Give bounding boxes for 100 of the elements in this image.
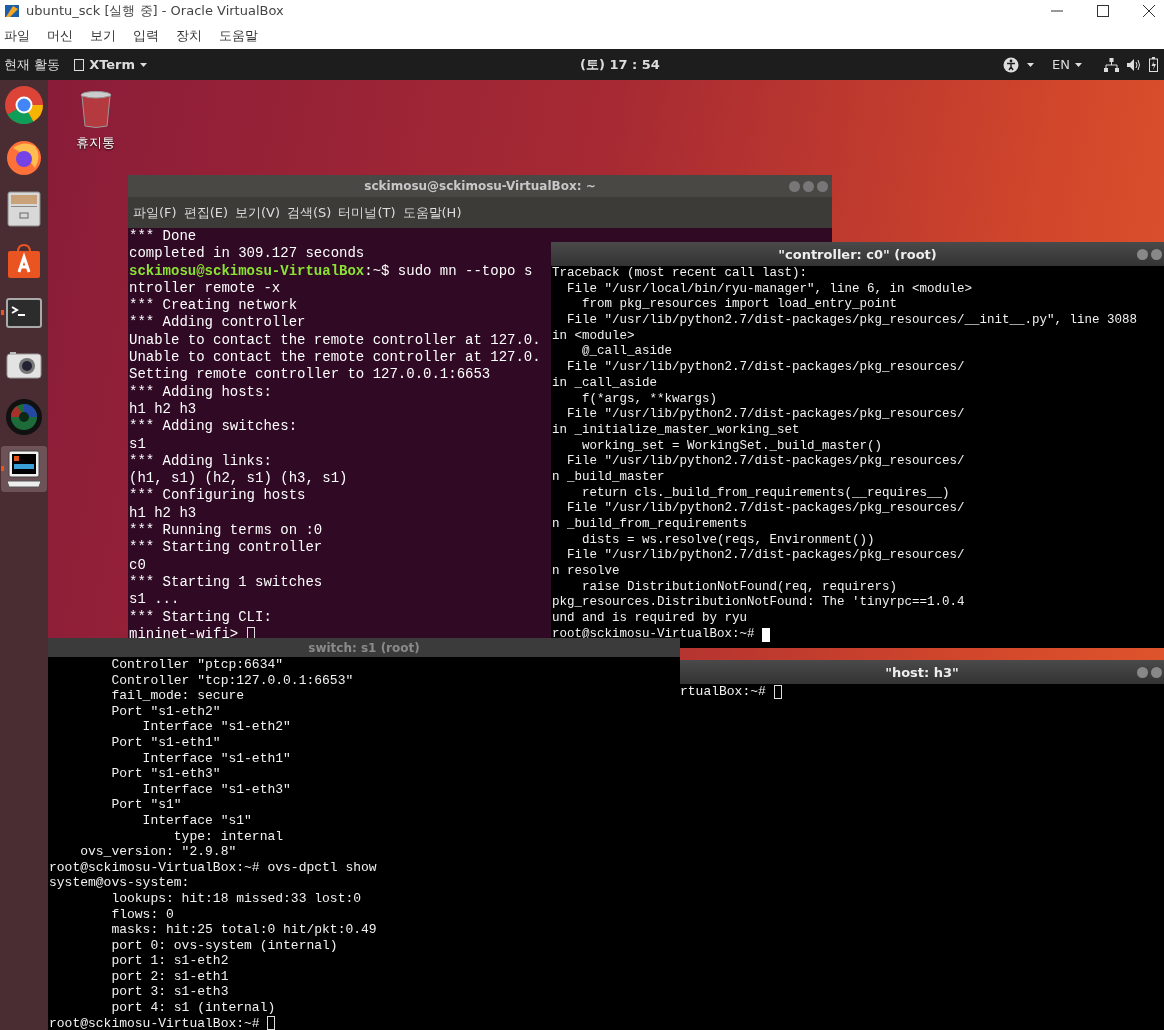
terminal-line: Interface "s1-eth2" — [141, 719, 291, 735]
terminal-icon — [6, 298, 42, 328]
terminal-line: ntroller remote -x — [129, 279, 281, 298]
menu-item[interactable]: 머신 — [47, 26, 73, 45]
window-title: sckimosu@sckimosu-VirtualBox: ~ — [364, 179, 596, 193]
terminal-line: *** Configuring hosts — [129, 487, 306, 505]
terminal-line: port 1: s1-eth2 — [110, 953, 229, 969]
terminal-line: Port "s1-eth1" — [110, 734, 221, 751]
trash-icon[interactable] — [79, 90, 112, 128]
terminal-line: *** Starting controller — [129, 539, 323, 557]
terminal-line: s1 ... — [129, 591, 180, 609]
terminal-line: c0 — [129, 556, 146, 574]
terminal-line: File "/usr/lib/python2.7/dist-packages/pkg_resources/ — [566, 501, 965, 517]
menu-item[interactable]: 보기(V) — [235, 203, 281, 222]
terminal-line: from pkg_resources import load_entry_point — [581, 297, 898, 314]
terminal-line: port 4: s1 (internal) — [110, 1000, 276, 1016]
app-menu[interactable]: XTerm — [74, 57, 148, 72]
terminal-line: Port "s1-eth2" — [110, 703, 221, 720]
menu-item[interactable]: 도움말(H) — [402, 203, 462, 222]
terminal-line: n resolve — [552, 564, 620, 580]
terminal-line: File "/usr/lib/python2.7/dist-packages/pkg_resources/__init__.py", line 3088 — [566, 313, 1138, 329]
menu-item[interactable]: 파일 — [4, 26, 30, 45]
terminal-line: n _build_from_requirements — [552, 517, 748, 533]
terminal-line: return cls._build_from_requirements(__requires__) — [581, 485, 950, 502]
camera-icon — [6, 351, 42, 379]
terminal-line: type: internal — [172, 828, 284, 845]
menu-item[interactable]: 보기 — [90, 26, 116, 45]
terminal-line: root@sckimosu-VirtualBox:~# — [552, 626, 756, 643]
caret-icon — [140, 62, 148, 67]
minimize-button[interactable] — [1137, 666, 1148, 678]
terminal-line: Interface "s1-eth1" — [141, 750, 291, 767]
menu-item[interactable]: 편집(E) — [183, 203, 228, 222]
terminal-line: File "/usr/lib/python2.7/dist-packages/pkg_resources/ — [566, 407, 965, 423]
window-title: switch: s1 (root) — [308, 640, 420, 655]
terminal-line: (h1, s1) (h2, s1) (h3, s1) — [129, 470, 348, 488]
caret-icon — [1027, 62, 1035, 67]
text-cursor — [267, 1016, 276, 1030]
window-title: "controller: c0" (root) — [778, 246, 937, 262]
close-button[interactable] — [1142, 4, 1156, 18]
terminal-line: port 3: s1-eth3 — [110, 984, 229, 1001]
text-cursor — [762, 627, 771, 642]
terminal-line: Unable to contact the remote controller at 127.0. — [129, 349, 541, 367]
terminal-line: pkg_resources.DistributionNotFound: The 'tinyrpc==1.0.4 — [552, 595, 965, 612]
terminal-line: *** Starting CLI: — [129, 608, 272, 626]
language-menu[interactable]: EN — [1052, 57, 1082, 72]
terminal-icon — [74, 58, 85, 71]
menu-item[interactable]: 장치 — [176, 26, 202, 45]
terminal-line: *** Adding controller — [129, 314, 306, 332]
terminal-line: *** Running terms on :0 — [129, 522, 323, 540]
terminal-line: s1 — [129, 435, 146, 453]
terminal-line: in <module> — [552, 328, 635, 345]
terminal-line: system@ovs-system: — [49, 875, 190, 891]
terminal-line: h1 h2 h3 — [129, 400, 197, 419]
terminal-line: *** Adding links: — [129, 452, 272, 471]
terminal-line: Unable to contact the remote controller at 127.0. — [129, 331, 541, 350]
terminal-line: root@sckimosu-VirtualBox:~# — [49, 1015, 261, 1030]
terminal-line: working_set = WorkingSet._build_master() — [581, 438, 883, 455]
terminal-line: File "/usr/lib/python2.7/dist-packages/pkg_resources/ — [566, 548, 965, 565]
terminal-line: masks: hit:25 total:0 hit/pkt:0.49 — [110, 922, 377, 938]
window-title: "host: h3" — [885, 664, 959, 680]
menu-item[interactable]: 입력 — [133, 26, 159, 45]
battery-icon[interactable] — [1149, 57, 1158, 72]
volume-icon[interactable] — [1127, 58, 1141, 71]
minimize-button[interactable] — [1137, 248, 1148, 260]
dock-item[interactable] — [1, 446, 47, 492]
terminal-line: mininet-wifi> — [129, 625, 240, 644]
caret-icon — [1075, 62, 1082, 67]
browser-icon — [4, 85, 44, 125]
terminal-line: port 0: ovs-system (internal) — [110, 937, 338, 954]
network-icon[interactable] — [1104, 57, 1119, 72]
terminal-line: *** Done — [129, 228, 197, 246]
terminal-line: in _call_aside — [552, 375, 658, 392]
menu-item[interactable]: 파일(F) — [133, 203, 177, 222]
terminal-line: flows: 0 — [110, 906, 174, 923]
terminal-line: Traceback (most recent call last): — [552, 266, 808, 282]
terminal-line: Interface "s1" — [141, 812, 252, 829]
activities-button[interactable]: 현재 활동 — [4, 55, 61, 74]
terminal-line: fail_mode: secure — [110, 688, 245, 704]
terminal-line: Port "s1" — [110, 797, 182, 813]
terminal-line: File "/usr/lib/python2.7/dist-packages/pkg_resources/ — [566, 454, 965, 470]
accessibility-icon[interactable] — [1003, 56, 1020, 73]
clock[interactable]: (토) 17 : 54 — [580, 55, 660, 74]
menu-item[interactable]: 도움말 — [219, 26, 258, 45]
terminal-line: File "/usr/local/bin/ryu-manager", line 6, in <module> — [566, 281, 973, 298]
text-cursor — [773, 685, 782, 699]
terminal-line: *** Adding hosts: — [129, 383, 272, 401]
terminal-line: lookups: hit:18 missed:33 lost:0 — [110, 890, 362, 907]
terminal-line: *** Adding switches: — [129, 418, 298, 436]
terminal-line: f(*args, **kwargs) — [581, 391, 718, 408]
window-title: ubuntu_sck [실행 중] - Oracle VirtualBox — [26, 2, 284, 20]
computer-icon — [6, 450, 42, 488]
terminal-line: rtualBox:~# — [680, 684, 767, 700]
menu-item[interactable]: 터미널(T) — [338, 203, 396, 222]
terminal-line: in _initialize_master_working_set — [552, 422, 800, 439]
menu-item[interactable]: 검색(S) — [287, 203, 332, 222]
icon-label[interactable]: 휴지통 — [76, 134, 115, 152]
terminal-line: dists = ws.resolve(reqs, Environment()) — [581, 532, 875, 549]
terminal-line: root@sckimosu-VirtualBox:~# ovs-dpctl show — [49, 859, 377, 876]
maximize-button[interactable] — [1096, 4, 1110, 18]
terminal-line: Controller "ptcp:6634" — [110, 657, 284, 673]
